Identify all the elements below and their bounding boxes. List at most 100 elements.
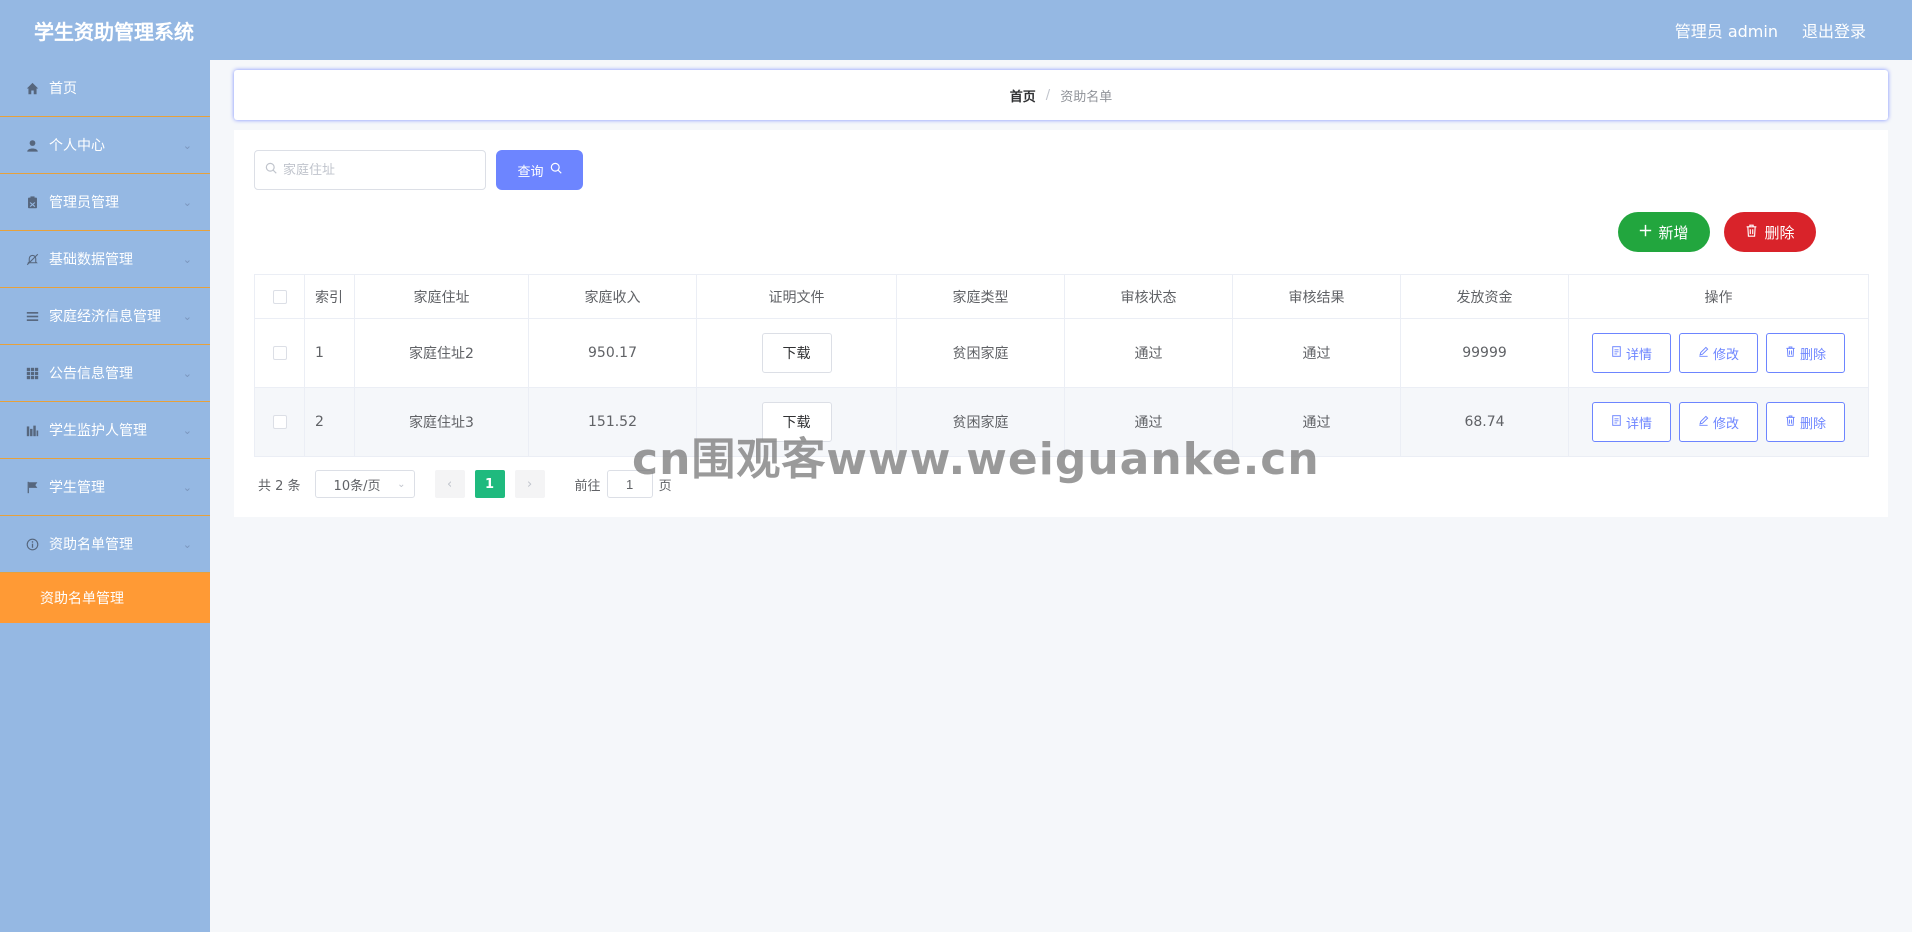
breadcrumb-separator: / xyxy=(1045,87,1051,103)
pagination: 共 2 条 10条/页 ⌄ ‹ 1 › 前往 页 xyxy=(258,470,672,498)
address-search-field[interactable] xyxy=(254,150,486,190)
list-icon xyxy=(24,308,40,324)
cell-address: 家庭住址2 xyxy=(354,318,529,388)
chevron-down-icon: ⌄ xyxy=(397,478,406,490)
goto-page: 前往 页 xyxy=(575,470,672,498)
page-size-value: 10条/页 xyxy=(333,478,381,494)
select-all-cell xyxy=(254,274,305,319)
prev-page-button[interactable]: ‹ xyxy=(434,470,465,498)
sidebar-item-guardian[interactable]: 学生监护人管理 ⌄ xyxy=(0,402,210,459)
sidebar-item-admin-management[interactable]: 管理员管理 ⌄ xyxy=(0,174,210,231)
trash-icon xyxy=(1745,223,1758,241)
query-button-label: 查询 xyxy=(517,164,544,180)
column-header: 家庭收入 xyxy=(528,274,697,319)
cell-fund: 68.74 xyxy=(1400,387,1569,457)
chevron-down-icon: ⌄ xyxy=(182,138,192,152)
logout-link[interactable]: 退出登录 xyxy=(1802,18,1866,42)
app-title: 学生资助管理系统 xyxy=(34,19,194,44)
cell-review-result: 通过 xyxy=(1232,387,1401,457)
current-user-label[interactable]: 管理员 admin xyxy=(1675,18,1778,42)
sidebar-item-label: 基础数据管理 xyxy=(49,252,133,268)
sidebar-item-funding-list[interactable]: 资助名单管理 ⌄ xyxy=(0,516,210,573)
trash-icon xyxy=(1785,415,1796,429)
delete-button-label: 删除 xyxy=(1799,416,1826,432)
main-content: 查询 新增 删除 索引 家庭住址 家庭收入 证明文件 家庭 xyxy=(234,130,1888,517)
pagination-total: 共 2 条 xyxy=(258,478,301,494)
add-button[interactable]: 新增 xyxy=(1618,212,1710,252)
trash-icon xyxy=(1785,346,1796,360)
delete-button[interactable]: 删除 xyxy=(1766,333,1845,373)
delete-button-label: 删除 xyxy=(1799,347,1826,363)
query-button[interactable]: 查询 xyxy=(496,150,583,190)
row-checkbox[interactable] xyxy=(272,415,287,429)
sidebar-item-label: 管理员管理 xyxy=(49,195,119,211)
delete-button[interactable]: 删除 xyxy=(1766,402,1845,442)
cell-index: 2 xyxy=(304,387,355,457)
column-header: 操作 xyxy=(1568,274,1869,319)
chevron-down-icon: ⌄ xyxy=(182,537,192,551)
breadcrumb-home[interactable]: 首页 xyxy=(1010,86,1036,105)
download-button[interactable]: 下载 xyxy=(761,333,832,373)
cell-address: 家庭住址3 xyxy=(354,387,529,457)
column-header: 证明文件 xyxy=(696,274,897,319)
search-icon xyxy=(265,162,277,178)
sidebar-item-student[interactable]: 学生管理 ⌄ xyxy=(0,459,210,516)
top-header: 学生资助管理系统 管理员 admin 退出登录 xyxy=(0,0,1912,60)
sidebar-item-label: 学生管理 xyxy=(49,480,105,496)
add-button-label: 新增 xyxy=(1658,223,1689,242)
cell-family-type: 贫困家庭 xyxy=(896,387,1065,457)
row-checkbox[interactable] xyxy=(272,346,287,360)
cell-fund: 99999 xyxy=(1400,318,1569,388)
goto-page-input[interactable] xyxy=(606,470,653,498)
cell-review-status: 通过 xyxy=(1064,318,1233,388)
sidebar-item-home[interactable]: 首页 xyxy=(0,60,210,117)
download-button[interactable]: 下载 xyxy=(761,402,832,442)
chevron-down-icon: ⌄ xyxy=(182,195,192,209)
breadcrumb: 首页 / 资助名单 xyxy=(234,70,1888,120)
pencil-icon xyxy=(1698,415,1709,429)
chart-icon xyxy=(24,422,40,438)
sidebar-item-family-economy[interactable]: 家庭经济信息管理 ⌄ xyxy=(0,288,210,345)
sidebar-subitem-funding-list[interactable]: 资助名单管理 xyxy=(0,573,210,623)
sidebar-item-personal-center[interactable]: 个人中心 ⌄ xyxy=(0,117,210,174)
cell-review-result: 通过 xyxy=(1232,318,1401,388)
edit-button[interactable]: 修改 xyxy=(1679,333,1758,373)
sidebar-item-label: 公告信息管理 xyxy=(49,366,133,382)
cell-proof-file: 下载 xyxy=(696,318,897,388)
page-number-button[interactable]: 1 xyxy=(474,470,505,498)
page-size-select[interactable]: 10条/页 ⌄ xyxy=(314,470,415,498)
select-all-checkbox[interactable] xyxy=(272,289,287,304)
sidebar-item-label: 个人中心 xyxy=(49,138,105,154)
cell-index: 1 xyxy=(304,318,355,388)
header-user-area: 管理员 admin 退出登录 xyxy=(1675,18,1866,42)
flag-icon xyxy=(24,479,40,495)
column-header: 审核状态 xyxy=(1064,274,1233,319)
address-search-input[interactable] xyxy=(283,162,473,178)
sidebar-item-base-data[interactable]: 基础数据管理 ⌄ xyxy=(0,231,210,288)
column-header: 审核结果 xyxy=(1232,274,1401,319)
next-page-button[interactable]: › xyxy=(514,470,545,498)
cell-review-status: 通过 xyxy=(1064,387,1233,457)
cell-family-type: 贫困家庭 xyxy=(896,318,1065,388)
goto-suffix: 页 xyxy=(658,478,672,494)
sidebar-item-label: 首页 xyxy=(49,81,77,97)
info-icon xyxy=(24,536,40,552)
batch-delete-button[interactable]: 删除 xyxy=(1724,212,1816,252)
column-header: 家庭类型 xyxy=(896,274,1065,319)
sidebar-item-announcement[interactable]: 公告信息管理 ⌄ xyxy=(0,345,210,402)
cell-income: 950.17 xyxy=(528,318,697,388)
detail-button[interactable]: 详情 xyxy=(1592,402,1671,442)
grid-icon xyxy=(24,365,40,381)
sidebar-item-label: 学生监护人管理 xyxy=(49,423,147,439)
sidebar-item-label: 资助名单管理 xyxy=(49,537,133,553)
row-select-cell xyxy=(254,387,305,457)
chevron-down-icon: ⌄ xyxy=(182,423,192,437)
edit-button[interactable]: 修改 xyxy=(1679,402,1758,442)
detail-button[interactable]: 详情 xyxy=(1592,333,1671,373)
user-icon xyxy=(24,137,40,153)
chevron-down-icon: ⌄ xyxy=(182,252,192,266)
pencil-icon xyxy=(1698,346,1709,360)
cell-income: 151.52 xyxy=(528,387,697,457)
bell-off-icon xyxy=(24,251,40,267)
row-select-cell xyxy=(254,318,305,388)
